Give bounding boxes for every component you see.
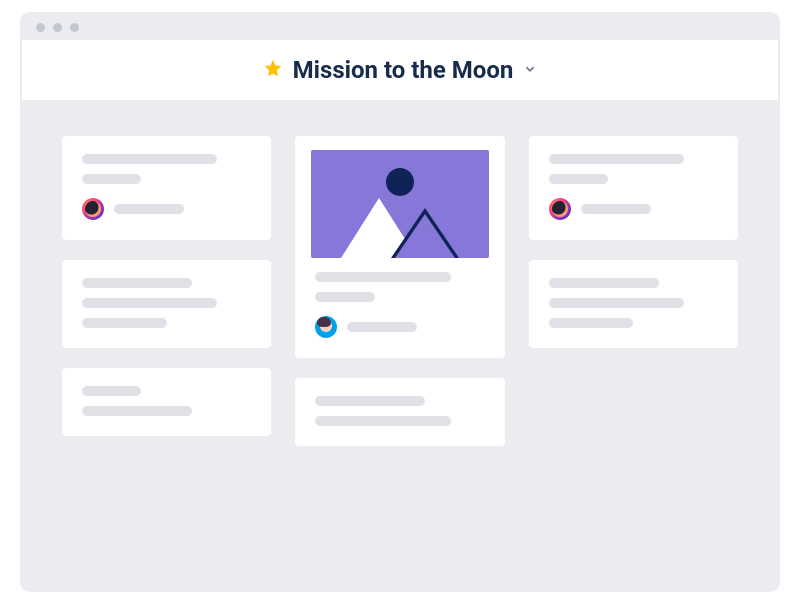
placeholder-line <box>549 278 659 288</box>
traffic-light-minimize[interactable] <box>53 23 62 32</box>
image-icon <box>391 208 459 258</box>
star-icon[interactable] <box>263 58 283 82</box>
placeholder-line <box>315 272 450 282</box>
placeholder-line <box>315 416 450 426</box>
card-members <box>82 198 251 220</box>
avatar[interactable] <box>549 198 571 220</box>
traffic-light-close[interactable] <box>36 23 45 32</box>
placeholder-line <box>82 386 141 396</box>
card[interactable] <box>529 260 738 348</box>
board-column <box>529 136 738 348</box>
placeholder-line <box>315 292 374 302</box>
card[interactable] <box>295 378 504 446</box>
card[interactable] <box>295 136 504 358</box>
card[interactable] <box>62 368 271 436</box>
placeholder-line <box>549 298 684 308</box>
placeholder-line <box>315 396 425 406</box>
avatar[interactable] <box>315 316 337 338</box>
board-column <box>295 136 504 446</box>
board-header: Mission to the Moon <box>22 40 778 100</box>
placeholder-line <box>82 174 141 184</box>
placeholder-line <box>82 278 192 288</box>
placeholder-line <box>82 298 217 308</box>
card-members <box>549 198 718 220</box>
placeholder-line <box>347 322 417 332</box>
app-window: Mission to the Moon <box>20 12 780 592</box>
placeholder-line <box>114 204 184 214</box>
placeholder-line <box>82 318 167 328</box>
placeholder-line <box>581 204 651 214</box>
board-body <box>22 100 778 590</box>
placeholder-line <box>82 406 192 416</box>
card-members <box>315 316 484 338</box>
image-icon <box>386 168 414 196</box>
avatar[interactable] <box>82 198 104 220</box>
placeholder-line <box>549 318 634 328</box>
card[interactable] <box>62 260 271 348</box>
card-cover-image <box>311 150 488 258</box>
window-titlebar <box>22 14 778 40</box>
traffic-light-zoom[interactable] <box>70 23 79 32</box>
board-column <box>62 136 271 436</box>
card[interactable] <box>529 136 738 240</box>
card[interactable] <box>62 136 271 240</box>
chevron-down-icon[interactable] <box>523 61 537 80</box>
board-title[interactable]: Mission to the Moon <box>293 56 514 84</box>
placeholder-line <box>549 174 608 184</box>
placeholder-line <box>82 154 217 164</box>
placeholder-line <box>549 154 684 164</box>
